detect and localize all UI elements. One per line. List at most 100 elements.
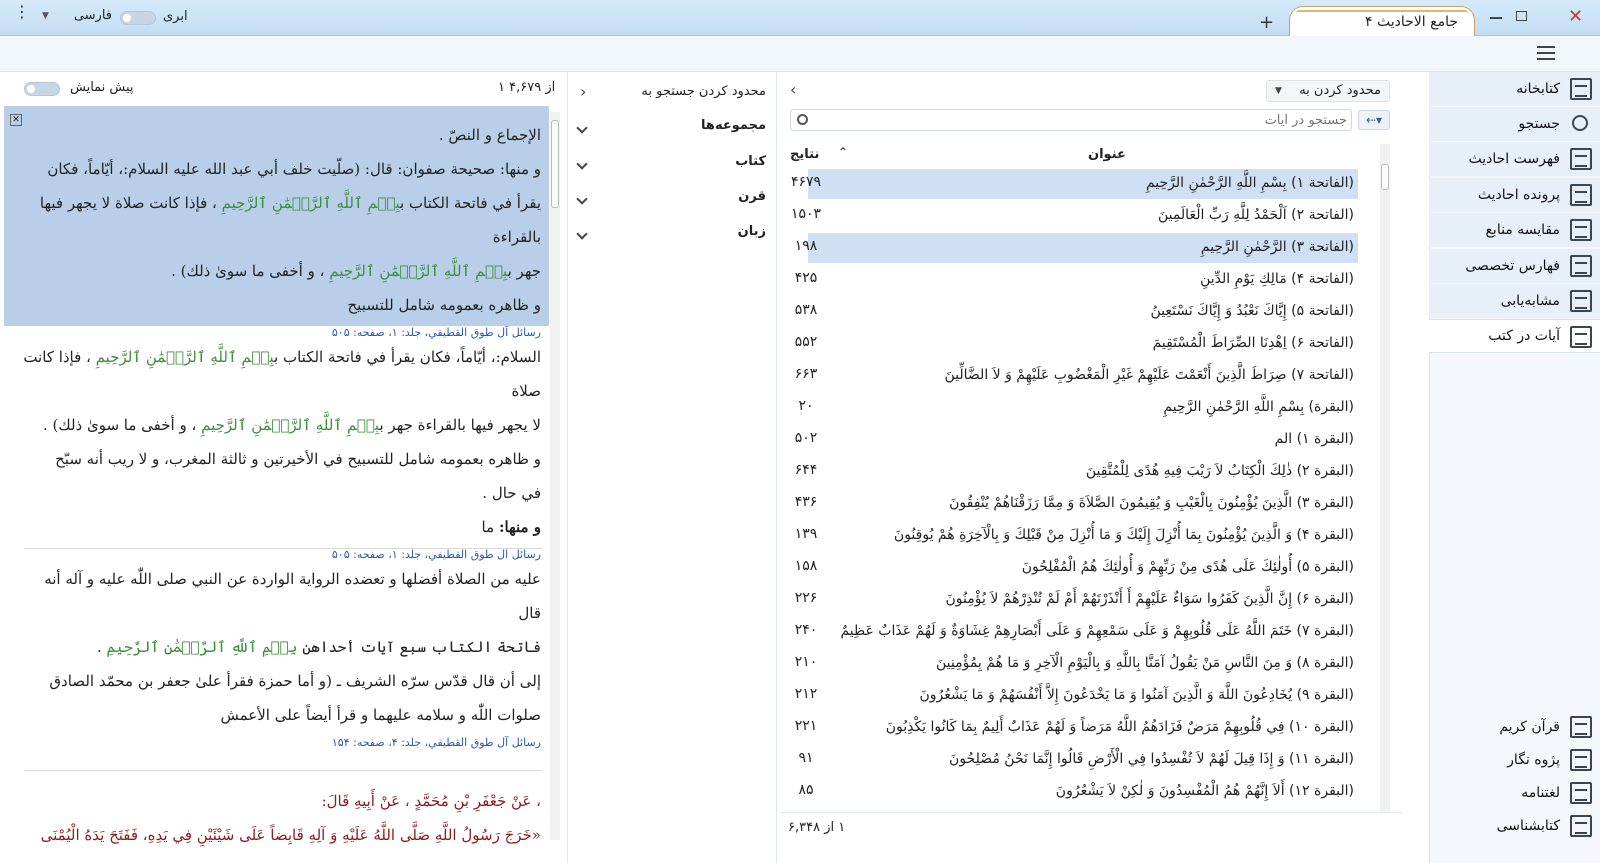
restrict-dropdown[interactable]: محدود کردن به ▼ [1266, 80, 1390, 102]
hamburger-icon[interactable] [1537, 46, 1555, 60]
table-row[interactable]: (الفاتحة ۷) صِرَاطَ الَّذِينَ أَنْعَمْتَ… [780, 360, 1380, 392]
table-row[interactable]: (الفاتحة ۱) بِسْمِ اللَّهِ الرَّحْمٰنِ ا… [780, 168, 1380, 200]
filter-language[interactable]: زبان [576, 224, 766, 254]
table-row[interactable]: (البقرة ۱۱) وَ إِذَا قِيلَ لَهُمْ لاَ تُ… [780, 744, 1380, 776]
table-row[interactable]: (البقرة ۴) وَ الَّذِينَ يُؤْمِنُونَ بِمَ… [780, 520, 1380, 552]
verse-quote[interactable]: بِسۡمِ ٱللَّهِ ٱلرَّحۡمَٰنِ ٱلرَّحِيمِ [329, 262, 507, 280]
restore-icon[interactable] [1516, 11, 1527, 21]
verse-count: ۴۶۷۹ [790, 174, 822, 190]
back-button[interactable]: ⇠▾ [1358, 110, 1390, 130]
restrict-label: محدود کردن به [1299, 83, 1381, 98]
table-row[interactable]: (البقرة ۶) إِنَّ الَّذِينَ كَفَرُوا سَوَ… [780, 584, 1380, 616]
sidebar-item-library[interactable]: کتابخانه [1429, 72, 1600, 106]
table-row[interactable]: (البقرة ۳) الَّذِينَ يُؤْمِنُونَ بِالْغَ… [780, 488, 1380, 520]
hadith-block[interactable]: السلام:، أيّاماً، فكان يقرأ في فاتحة الك… [4, 340, 549, 561]
list-icon [1570, 148, 1592, 170]
sort-chevron-icon[interactable]: ⌃ [838, 145, 848, 159]
table-row[interactable]: (البقرة ۱) الم ۵۰۲ [780, 424, 1380, 456]
sidebar-item-bibliography[interactable]: کتابشناسی [1429, 809, 1600, 843]
table-row[interactable]: (البقرة ۲) ذٰلِكَ الْكِتَابُ لاَ رَيْبَ … [780, 456, 1380, 488]
hadith-block[interactable]: عليه من الصلاة أفضلها و تعضده الرواية ال… [4, 562, 549, 762]
table-row[interactable]: (الفاتحة ۵) إِيَّاكَ نَعْبُدُ وَ إِيَّاك… [780, 296, 1380, 328]
chevron-down-icon [576, 158, 588, 170]
verse-search-input[interactable] [827, 112, 1347, 128]
verses-panel: محدود کردن به ▼ ‹ ⇠▾ عنوان ⌃ نتایج (الفا… [780, 72, 1402, 863]
verse-quote[interactable]: بِسۡمِ ٱللَّهِ ٱلرَّحۡمَٰنِ ٱلرَّحِيمِ [201, 416, 379, 434]
sidebar-item-similar[interactable]: مشابه‌یابی [1429, 284, 1600, 318]
add-tab-icon[interactable]: + [1259, 12, 1274, 33]
sidebar-item-label: لغتنامه [1521, 785, 1560, 801]
reader-scrollbar[interactable] [550, 112, 560, 840]
sidebar-item-quran[interactable]: قرآن کریم [1429, 710, 1600, 744]
source-link[interactable]: رسائل آل طوق القطيفي، جلد: ۴، صفحه: ۱۵۴ [12, 732, 541, 754]
tab-title: جامع الاحادیث ۴ [1365, 14, 1458, 30]
collapse-icon[interactable]: ✕ [10, 114, 22, 126]
verse-count: ۱۳۹ [794, 526, 818, 542]
chevron-down-icon [576, 122, 588, 134]
table-row[interactable]: (البقرة ۱۲) أَلاَ إِنَّهُمْ هُمُ الْمُفْ… [780, 776, 1380, 808]
table-row[interactable]: (البقرة ۱۰) فِي قُلُوبِهِمْ مَرَضٌ فَزَا… [780, 712, 1380, 744]
verse-quote[interactable]: بِسۡمِ ٱللَّهِ ٱلرَّحۡمَٰنِ ٱلرَّحِيمِ [106, 638, 297, 656]
sidebar-item-hadith-list[interactable]: فهرست احادیث [1429, 142, 1600, 176]
verse-count: ۵۵۲ [794, 334, 818, 350]
verse-title: (الفاتحة ۱) بِسْمِ اللَّهِ الرَّحْمٰنِ ا… [808, 169, 1358, 199]
verse-search-field[interactable] [790, 109, 1352, 131]
close-icon[interactable]: ✕ [1568, 6, 1583, 27]
chevron-down-icon [576, 228, 588, 240]
cloud-toggle[interactable] [120, 11, 156, 25]
filter-book[interactable]: کتاب [576, 154, 766, 184]
verse-title: (الفاتحة ۶) اِهْدِنَا الصِّرَاطَ الْمُسْ… [1152, 335, 1354, 351]
table-row[interactable]: (البقرة ۷) خَتَمَ اللَّهُ عَلَى قُلُوبِه… [780, 616, 1380, 648]
preview-toggle[interactable] [24, 82, 60, 96]
tab-main[interactable]: جامع الاحادیث ۴ [1289, 6, 1475, 36]
sidebar-item-label: آیات در کتب [1488, 328, 1560, 344]
verse-count: ۲۱۲ [794, 686, 818, 702]
expand-panel-icon[interactable]: › [580, 82, 586, 101]
index-icon [1570, 255, 1592, 277]
sidebar-item-compare[interactable]: مقایسه منابع [1429, 213, 1600, 247]
sidebar-item-label: فهرست احادیث [1468, 151, 1561, 167]
column-count[interactable]: نتایج [790, 147, 819, 162]
hadith-line: و منها: صحيحة صفوان: قال: (صلّيت خلف أبي… [47, 160, 541, 178]
column-title[interactable]: عنوان [1088, 147, 1126, 162]
sidebar-item-notebook[interactable]: پژوه نگار [1429, 743, 1600, 777]
sidebar-item-indexes[interactable]: فهارس تخصصی [1429, 249, 1600, 283]
collapse-panel-icon[interactable]: ‹ [790, 80, 796, 99]
sidebar-item-search[interactable]: جستجو [1429, 107, 1600, 141]
table-row[interactable]: (البقرة ۹) يُخَادِعُونَ اللَّهَ وَ الَّذ… [780, 680, 1380, 712]
table-row[interactable]: (البقرة ۵) أُولٰئِكَ عَلَى هُدًى مِنْ رَ… [780, 552, 1380, 584]
compare-icon [1570, 219, 1592, 241]
hadith-block[interactable]: ، عَنْ جَعْفَرِ بْنِ مُحَمَّدٍ ، عَنْ أَ… [4, 784, 549, 863]
minimize-icon[interactable] [1490, 17, 1502, 19]
table-row[interactable]: (الفاتحة ۴) مَالِكِ يَوْمِ الدِّينِ ۴۲۵ [780, 264, 1380, 296]
sidebar-item-dictionary[interactable]: لغتنامه [1429, 776, 1600, 810]
hadith-line: إلى أن قال قدّس سرّه الشريف ـ (و أما حمز… [49, 672, 541, 690]
divider [24, 548, 542, 549]
language-select[interactable]: فارسی ▼ [42, 8, 112, 28]
filter-century[interactable]: قرن [576, 189, 766, 219]
app-menu-icon[interactable]: ⋮ [14, 4, 30, 27]
table-row[interactable]: (الفاتحة ۳) الرَّحْمٰنِ الرَّحِيمِ ۱۹۸ [780, 232, 1380, 264]
hadith-block[interactable]: ✕ الإجماع و النصّ . و منها: صحيحة صفوان:… [4, 106, 549, 339]
sidebar-item-verses[interactable]: آیات در کتب [1429, 319, 1600, 353]
table-row[interactable]: (البقرة) بِسْمِ اللَّهِ الرَّحْمٰنِ الرَ… [780, 392, 1380, 424]
verse-quote[interactable]: بِسۡمِ ٱللَّهِ ٱلرَّحۡمَٰنِ ٱلرَّحِيمِ [96, 348, 274, 366]
verse-count: ۲۴۰ [794, 622, 818, 638]
verse-title: (الفاتحة ۷) صِرَاطَ الَّذِينَ أَنْعَمْتَ… [944, 367, 1355, 383]
table-row[interactable]: (الفاتحة ۲) اَلْحَمْدُ لِلَّهِ رَبِّ الْ… [780, 200, 1380, 232]
cloud-label: ابری [163, 9, 188, 24]
verse-quote[interactable]: بِسۡمِ ٱللَّهِ ٱلرَّحۡمَٰنِ ٱلرَّحِيمِ [222, 194, 400, 212]
sidebar-item-hadith-file[interactable]: پرونده احادیث [1429, 178, 1600, 212]
verse-title: (البقرة ۱۱) وَ إِذَا قِيلَ لَهُمْ لاَ تُ… [949, 751, 1354, 767]
results-scrollbar[interactable] [1380, 144, 1390, 812]
scrollbar-thumb[interactable] [1381, 164, 1389, 190]
table-row[interactable]: (الفاتحة ۶) اِهْدِنَا الصِّرَاطَ الْمُسْ… [780, 328, 1380, 360]
table-row[interactable]: (البقرة ۸) وَ مِنَ النَّاسِ مَنْ يَقُولُ… [780, 648, 1380, 680]
filter-collections[interactable]: مجموعه‌ها [576, 118, 766, 148]
verse-count: ۱۵۸ [794, 558, 818, 574]
scrollbar-thumb[interactable] [551, 120, 559, 208]
verses-icon [1570, 326, 1592, 348]
search-icon [1572, 115, 1588, 131]
hadith-line: و منها: ما [481, 518, 541, 536]
sidebar-item-label: کتابخانه [1516, 81, 1560, 97]
